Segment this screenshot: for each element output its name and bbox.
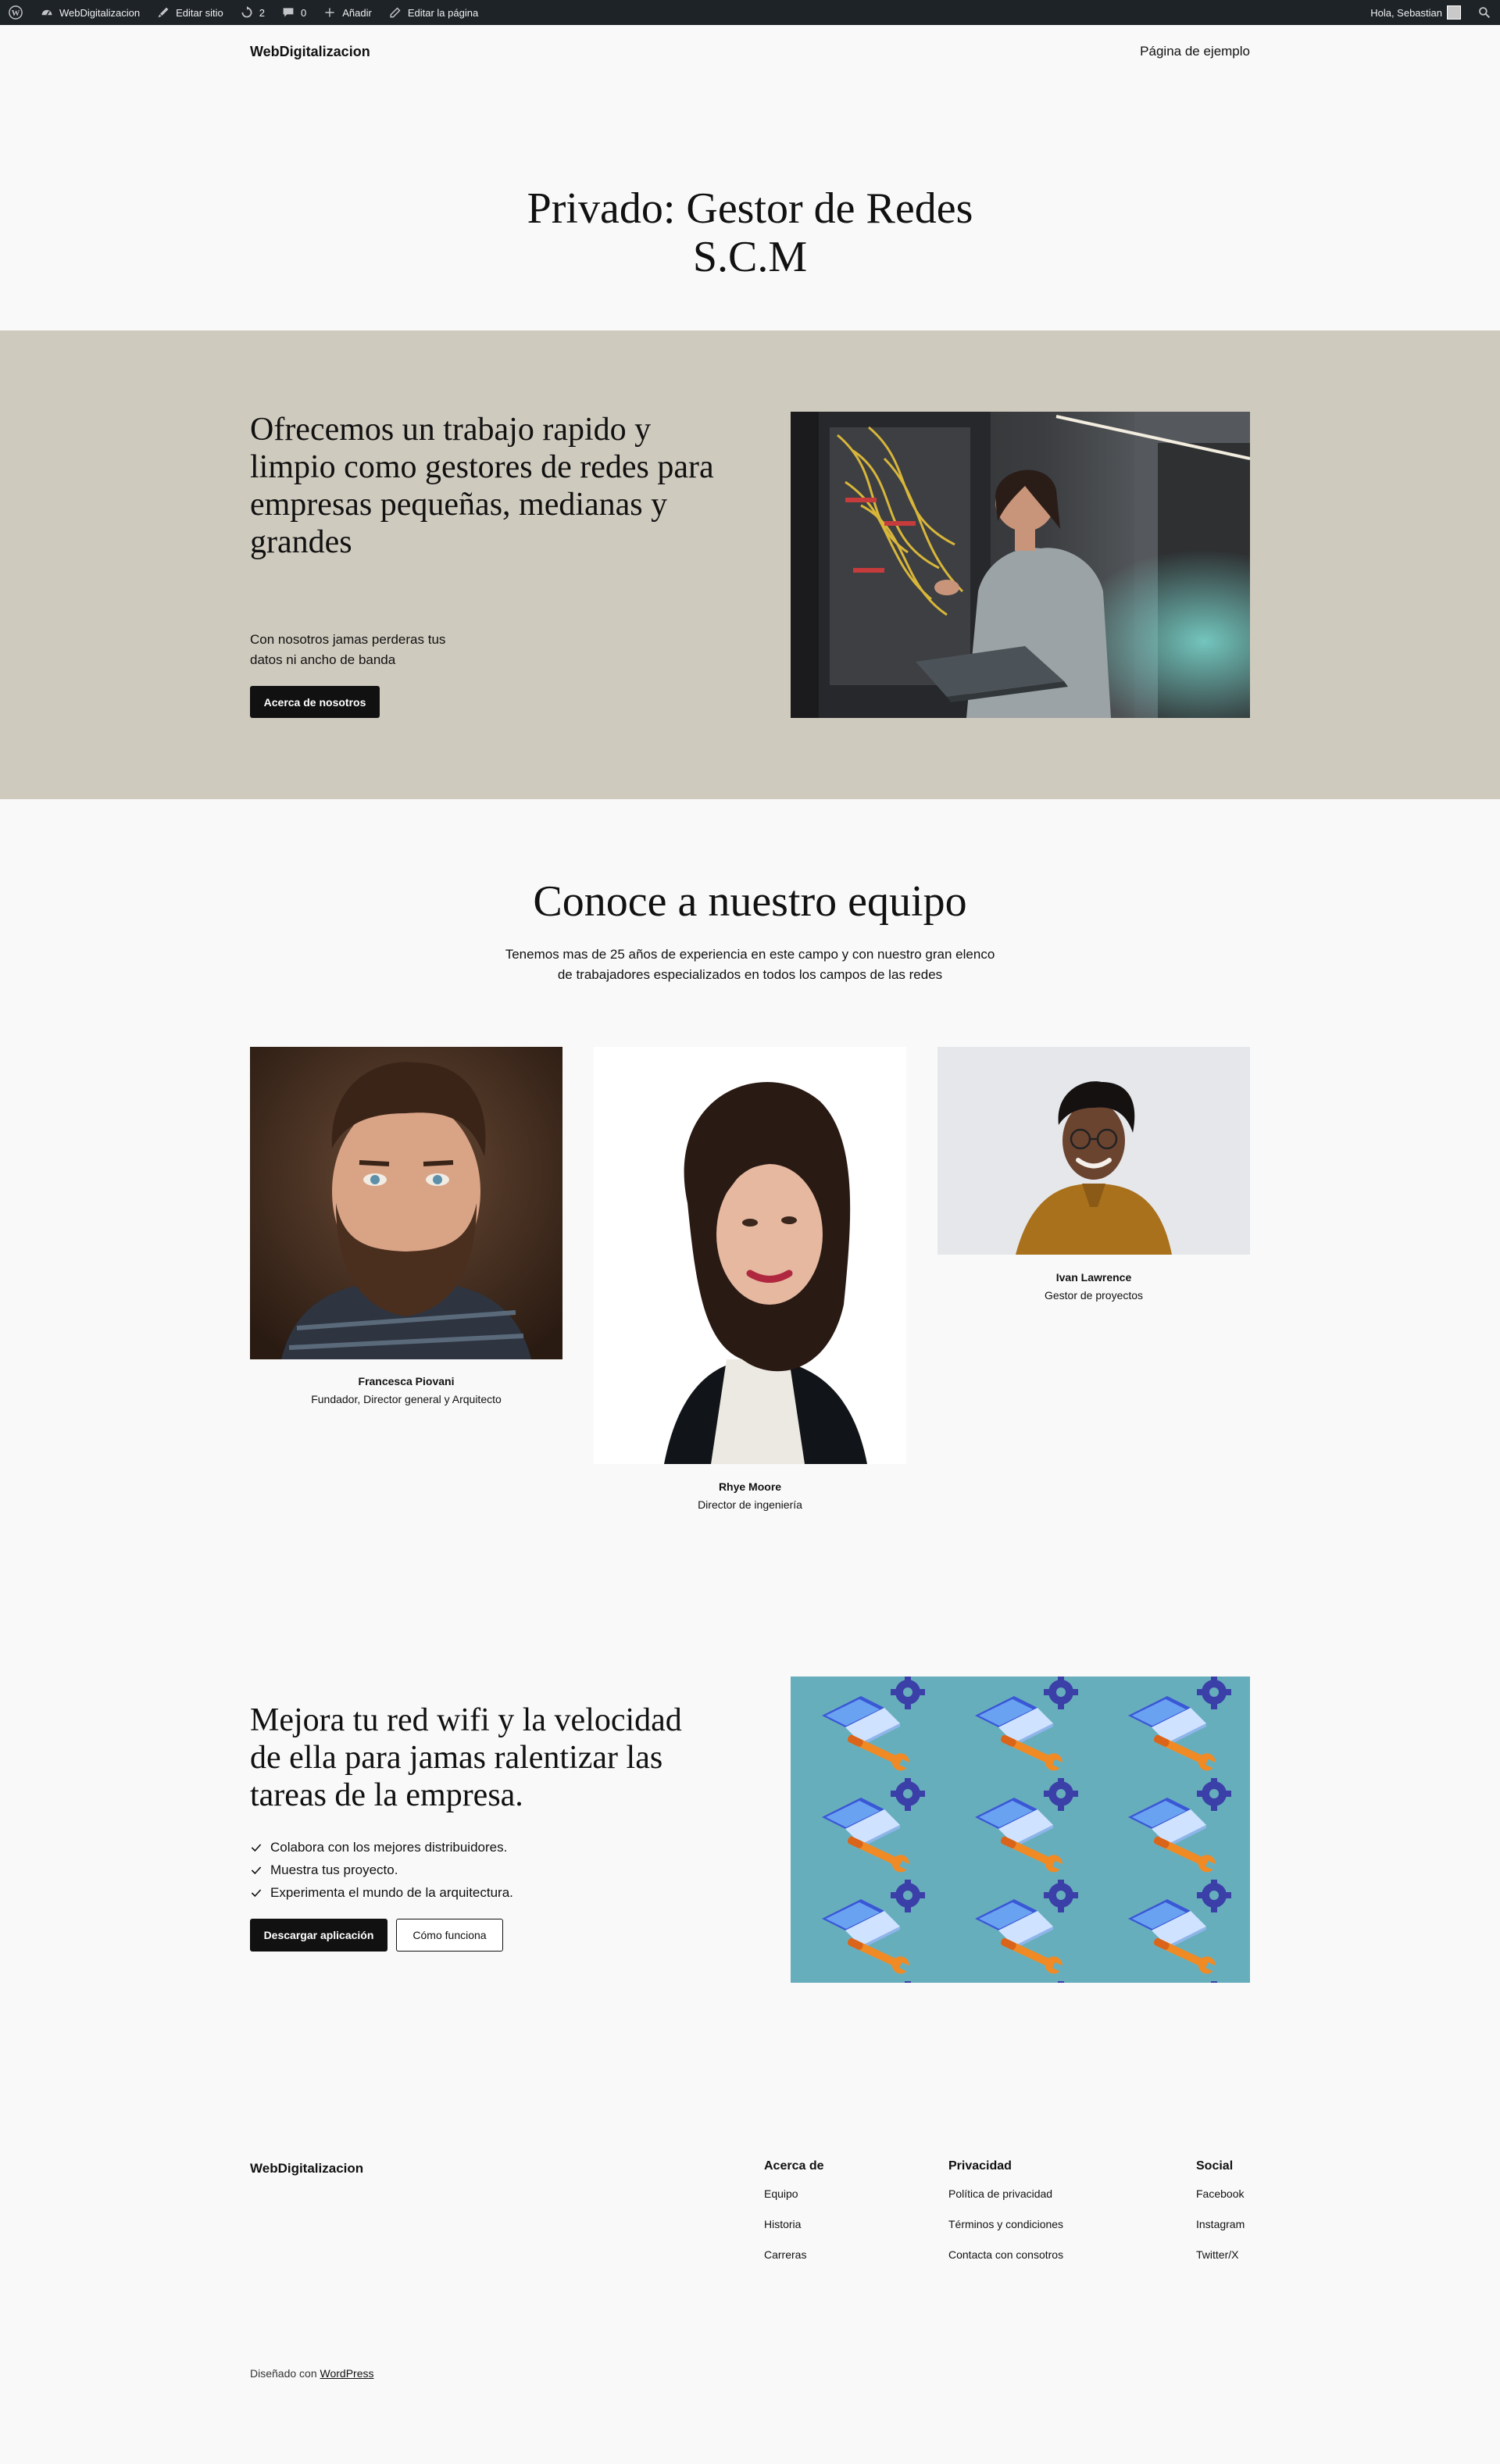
checkmark-icon — [251, 1866, 262, 1874]
admin-search[interactable] — [1469, 0, 1500, 25]
team-member-role: Director de ingeniería — [698, 1498, 802, 1511]
credit-prefix: Diseñado con — [250, 2367, 317, 2380]
checkmark-icon — [251, 1843, 262, 1852]
updates-link[interactable]: 2 — [231, 0, 273, 25]
add-new-menu[interactable]: Añadir — [314, 0, 380, 25]
team-member-role: Fundador, Director general y Arquitecto — [311, 1393, 502, 1405]
comments-link[interactable]: 0 — [273, 0, 314, 25]
list-item-text: Colabora con los mejores distribuidores. — [270, 1839, 508, 1855]
wifi-heading: Mejora tu red wifi y la velocidad de ell… — [250, 1702, 682, 1813]
team-member-photo — [250, 1047, 562, 1359]
footer-link[interactable]: Contacta con consotros — [948, 2248, 1063, 2279]
footer-column-about: Acerca de Equipo Historia Carreras — [764, 2159, 824, 2279]
page-title-line-1: Privado: Gestor de Redes — [527, 184, 973, 233]
comments-count: 0 — [301, 6, 307, 19]
team-member-name: Francesca Piovani — [358, 1375, 455, 1387]
download-app-button[interactable]: Descargar aplicación — [250, 1919, 388, 1952]
search-icon — [1477, 5, 1492, 20]
avatar — [1447, 5, 1461, 20]
hero-image-server-room — [791, 412, 1250, 718]
footer-link[interactable]: Instagram — [1196, 2218, 1245, 2248]
checkmark-icon — [251, 1888, 262, 1897]
footer-column-title: Social — [1196, 2159, 1234, 2173]
updates-icon — [239, 5, 255, 20]
footer-column-title: Acerca de — [764, 2159, 824, 2173]
greeting-label: Hola, Sebastian — [1370, 6, 1442, 19]
list-item: Colabora con los mejores distribuidores. — [250, 1836, 513, 1859]
footer-column-title: Privacidad — [948, 2159, 1012, 2173]
updates-count: 2 — [259, 6, 266, 19]
footer-link[interactable]: Historia — [764, 2218, 824, 2248]
edit-page-label: Editar la página — [407, 6, 479, 19]
brush-icon — [155, 5, 171, 20]
list-item: Experimenta el mundo de la arquitectura. — [250, 1881, 513, 1904]
footer-column-privacy: Privacidad Política de privacidad Términ… — [948, 2159, 1063, 2279]
feature-list: Colabora con los mejores distribuidores.… — [250, 1836, 513, 1904]
wordpress-logo-menu[interactable]: W — [0, 0, 31, 25]
footer-credit: Diseñado con WordPress — [250, 2367, 374, 2380]
hero-text: Con nosotros jamas perderas tus datos ni… — [250, 632, 446, 667]
footer-link[interactable]: Facebook — [1196, 2187, 1245, 2218]
footer-link[interactable]: Equipo — [764, 2187, 824, 2218]
team-member-name: Rhye Moore — [718, 1480, 782, 1493]
add-new-label: Añadir — [342, 6, 372, 19]
team-member-photo — [594, 1047, 906, 1464]
team-intro: Tenemos mas de 25 años de experiencia en… — [505, 947, 995, 982]
hero-section — [0, 330, 1500, 799]
list-item-text: Experimenta el mundo de la arquitectura. — [270, 1884, 513, 1900]
admin-bar: W WebDigitalizacion Editar sitio 2 0 Aña… — [0, 0, 1500, 25]
pencil-icon — [388, 5, 403, 20]
site-name-menu[interactable]: WebDigitalizacion — [31, 0, 148, 25]
team-heading: Conoce a nuestro equipo — [533, 877, 967, 926]
team-member-role: Gestor de proyectos — [1044, 1289, 1144, 1302]
team-member-photo — [938, 1047, 1250, 1255]
wordpress-link[interactable]: WordPress — [320, 2367, 374, 2380]
list-item: Muestra tus proyecto. — [250, 1859, 513, 1881]
footer-column-social: Social Facebook Instagram Twitter/X — [1196, 2159, 1245, 2279]
pattern-image-laptops-tools — [791, 1677, 1250, 1983]
list-item-text: Muestra tus proyecto. — [270, 1862, 398, 1877]
how-it-works-button[interactable]: Cómo funciona — [396, 1919, 503, 1952]
edit-site-label: Editar sitio — [176, 6, 223, 19]
footer-site-title[interactable]: WebDigitalizacion — [250, 2161, 363, 2177]
dashboard-icon — [39, 5, 55, 20]
site-header: WebDigitalizacion Página de ejemplo — [250, 42, 1250, 61]
comment-icon — [280, 5, 296, 20]
footer-link[interactable]: Política de privacidad — [948, 2187, 1063, 2218]
account-menu[interactable]: Hola, Sebastian — [1362, 0, 1469, 25]
site-title-link[interactable]: WebDigitalizacion — [250, 44, 370, 60]
footer-link[interactable]: Carreras — [764, 2248, 824, 2279]
edit-site-link[interactable]: Editar sitio — [148, 0, 231, 25]
plus-icon — [322, 5, 338, 20]
nav-link-example-page[interactable]: Página de ejemplo — [1140, 44, 1250, 59]
hero-heading: Ofrecemos un trabajo rapido y limpio com… — [250, 412, 714, 560]
team-member-name: Ivan Lawrence — [1055, 1271, 1132, 1284]
footer-link[interactable]: Twitter/X — [1196, 2248, 1245, 2279]
page-title: Privado: Gestor de Redes S.C.M — [438, 184, 1062, 281]
site-name-label: WebDigitalizacion — [59, 6, 141, 19]
svg-text:W: W — [12, 9, 20, 18]
about-us-button[interactable]: Acerca de nosotros — [250, 686, 380, 718]
wordpress-icon: W — [8, 5, 23, 20]
edit-page-link[interactable]: Editar la página — [380, 0, 486, 25]
footer-link[interactable]: Términos y condiciones — [948, 2218, 1063, 2248]
page-title-line-2: S.C.M — [692, 233, 808, 281]
